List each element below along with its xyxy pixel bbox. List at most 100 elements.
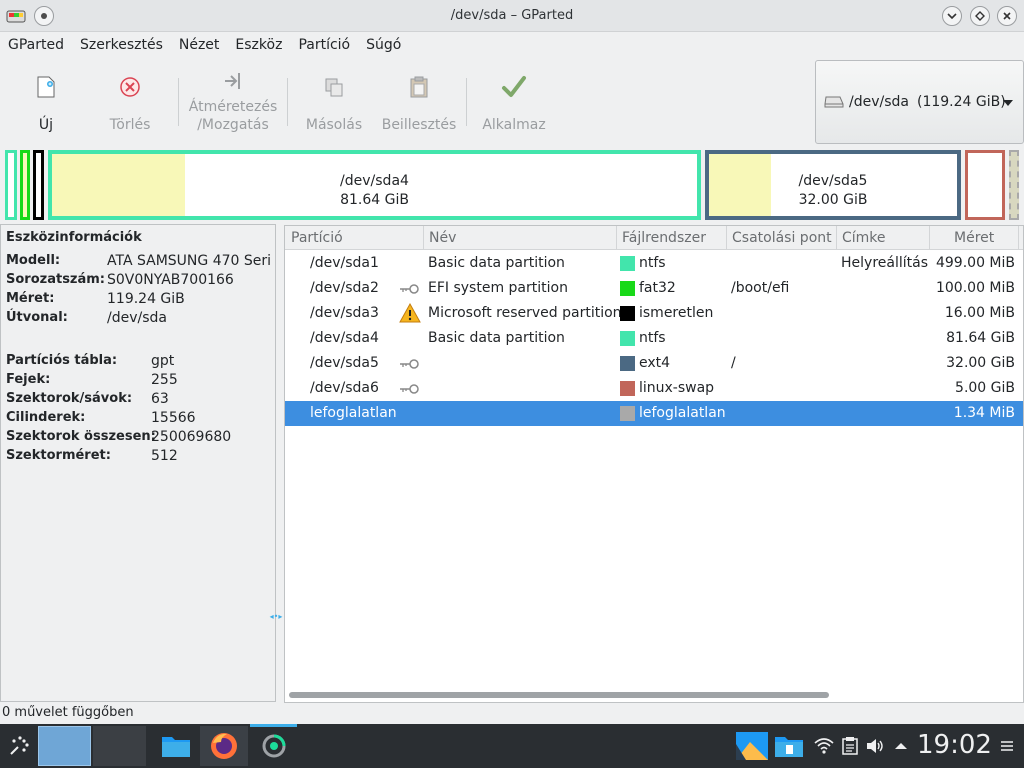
table-row-selected[interactable]: lefoglalatlan lefoglalatlan 1.34 MiB [285, 401, 1023, 426]
cell-filesystem: ext4 [639, 355, 671, 371]
fs-color-swatch [620, 381, 635, 396]
horizontal-scrollbar[interactable] [287, 690, 1023, 700]
map-partition-sda3[interactable] [33, 150, 44, 220]
virtual-desktop-1[interactable] [38, 726, 91, 766]
map-partition-sda4[interactable]: /dev/sda4 81.64 GiB [48, 150, 701, 220]
cell-size: 5.00 GiB [955, 380, 1015, 396]
tray-clipboard[interactable] [839, 724, 861, 768]
gparted-icon [262, 734, 285, 758]
resize-label-line1: Átméretezés [188, 99, 278, 115]
info-value: /dev/sda [107, 310, 167, 326]
menu-partition[interactable]: Partíció [290, 33, 358, 59]
paste-button[interactable]: Beillesztés [380, 70, 458, 134]
delete-button-label: Törlés [109, 117, 151, 133]
close-button[interactable] [997, 6, 1017, 26]
task-firefox[interactable] [200, 724, 248, 768]
column-divider[interactable] [836, 226, 837, 250]
cell-name: Microsoft reserved partition [428, 305, 622, 321]
application-launcher[interactable] [4, 724, 34, 768]
column-divider[interactable] [616, 226, 617, 250]
column-divider[interactable] [423, 226, 424, 250]
column-header-partition[interactable]: Partíció [291, 230, 343, 246]
info-key: Útvonal: [6, 310, 68, 325]
cell-label: Helyreállítás [841, 255, 928, 271]
map-sda4-name: /dev/sda4 [340, 173, 409, 189]
tray-theme-icon[interactable] [735, 724, 769, 768]
cell-partition: /dev/sda4 [310, 330, 379, 346]
launcher-icon [10, 736, 29, 755]
cell-mountpoint: /boot/efi [731, 280, 790, 296]
column-header-label[interactable]: Címke [842, 230, 886, 246]
firefox-icon [211, 733, 237, 759]
apply-button[interactable]: Alkalmaz [480, 70, 548, 134]
table-row[interactable]: /dev/sda5 ext4 / 32.00 GiB [285, 351, 1023, 376]
checkmark-icon [502, 76, 526, 97]
table-row[interactable]: /dev/sda1 Basic data partition ntfs Hely… [285, 251, 1023, 276]
menu-view[interactable]: Nézet [171, 33, 228, 59]
column-header-name[interactable]: Név [429, 230, 456, 246]
fs-color-swatch [620, 356, 635, 371]
column-divider[interactable] [726, 226, 727, 250]
table-row[interactable]: /dev/sda3 Microsoft reserved partition i… [285, 301, 1023, 326]
trash-folder-icon [775, 737, 803, 757]
resize-move-button[interactable]: Átméretezés /Mozgatás [186, 66, 280, 134]
new-button[interactable]: Új [26, 70, 66, 134]
taskbar: 19:02 [0, 724, 1024, 768]
info-key: Cilinderek: [6, 410, 86, 425]
delete-button[interactable]: Törlés [104, 70, 156, 134]
tray-expand[interactable] [891, 724, 911, 768]
menu-device[interactable]: Eszköz [227, 33, 290, 59]
panel-menu[interactable] [996, 724, 1018, 768]
table-row[interactable]: /dev/sda2 EFI system partition fat32 /bo… [285, 276, 1023, 301]
tray-volume[interactable] [863, 724, 887, 768]
map-partition-sda2[interactable] [20, 150, 30, 220]
map-partition-sda6[interactable] [965, 150, 1005, 220]
copy-button[interactable]: Másolás [304, 70, 364, 134]
key-icon [400, 284, 419, 294]
copy-icon [325, 78, 343, 97]
toolbar-separator [178, 78, 179, 126]
cell-name: EFI system partition [428, 280, 568, 296]
partition-map: /dev/sda4 81.64 GiB /dev/sda5 32.00 GiB [0, 148, 1024, 224]
map-partition-sda1[interactable] [5, 150, 17, 220]
maximize-button[interactable] [970, 6, 990, 26]
map-partition-sda5[interactable]: /dev/sda5 32.00 GiB [705, 150, 961, 220]
column-divider[interactable] [1018, 226, 1019, 250]
speaker-icon [867, 739, 883, 753]
info-value: 512 [151, 448, 178, 464]
info-key: Partíciós tábla: [6, 353, 118, 368]
column-header-filesystem[interactable]: Fájlrendszer [622, 230, 706, 246]
map-unallocated[interactable] [1009, 150, 1019, 220]
info-value: 255 [151, 372, 178, 388]
info-value: S0V0NYAB700166 [107, 272, 234, 288]
column-header-mountpoint[interactable]: Csatolási pont [732, 230, 832, 246]
fs-color-swatch [620, 281, 635, 296]
cell-partition: /dev/sda1 [310, 255, 379, 271]
menu-edit[interactable]: Szerkesztés [72, 33, 171, 59]
scrollbar-thumb[interactable] [289, 692, 829, 698]
map-sda5-name: /dev/sda5 [798, 173, 868, 189]
chevron-down-icon [947, 13, 957, 20]
tray-network[interactable] [812, 724, 836, 768]
column-header-size[interactable]: Méret [954, 230, 994, 246]
virtual-desktop-2[interactable] [93, 726, 146, 766]
task-file-manager[interactable] [156, 724, 196, 768]
tray-trash[interactable] [773, 724, 805, 768]
resize-icon [225, 73, 240, 89]
table-row[interactable]: /dev/sda6 linux-swap 5.00 GiB [285, 376, 1023, 401]
task-gparted[interactable] [250, 724, 297, 768]
cell-partition: /dev/sda5 [310, 355, 379, 371]
menu-gparted[interactable]: GParted [0, 33, 72, 59]
new-button-label: Új [38, 117, 54, 133]
device-selector[interactable]: /dev/sda (119.24 GiB) [815, 60, 1024, 144]
partition-table: Partíció Név Fájlrendszer Csatolási pont… [284, 225, 1024, 703]
cell-size: 1.34 MiB [953, 405, 1015, 421]
table-row[interactable]: /dev/sda4 Basic data partition ntfs 81.6… [285, 326, 1023, 351]
column-divider[interactable] [929, 226, 930, 250]
info-key: Méret: [6, 291, 55, 306]
chevron-up-icon [895, 743, 907, 749]
menu-help[interactable]: Súgó [358, 33, 409, 59]
minimize-button[interactable] [942, 6, 962, 26]
cell-filesystem: lefoglalatlan [639, 405, 726, 421]
clock[interactable]: 19:02 [917, 730, 992, 760]
